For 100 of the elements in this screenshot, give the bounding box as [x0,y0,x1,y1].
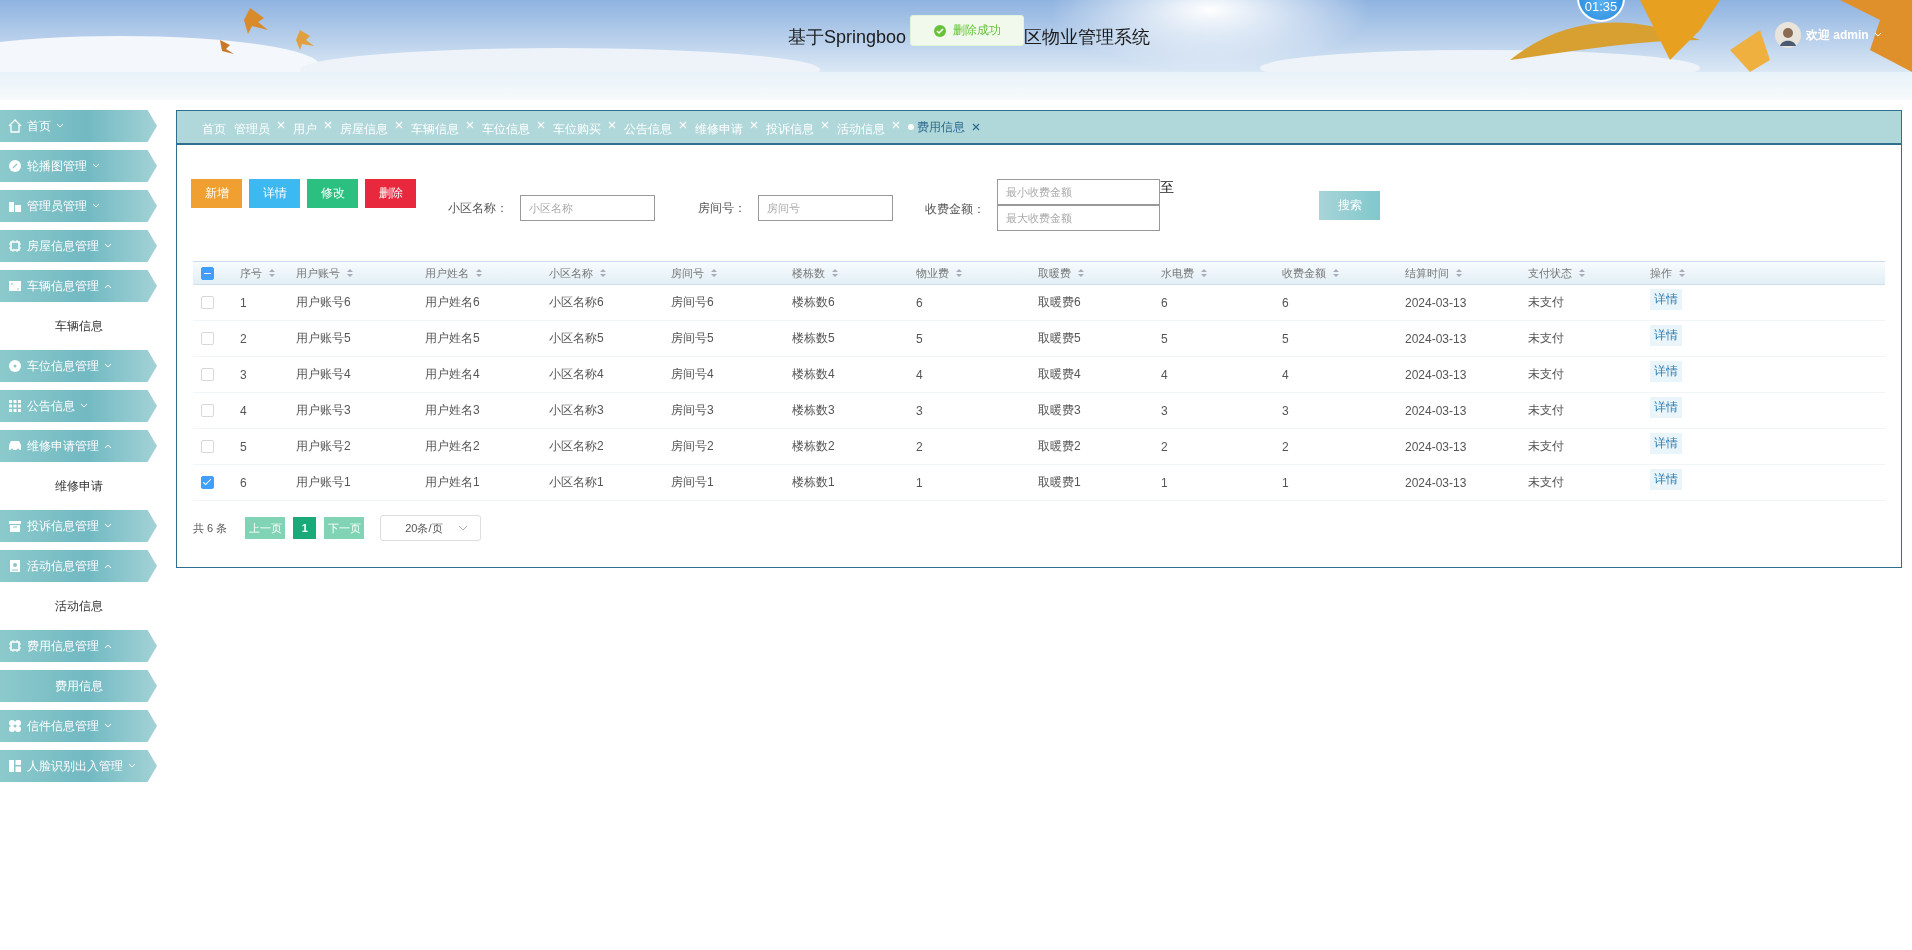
table-cell: 小区名称4 [549,366,604,383]
details-button[interactable]: 详情 [1650,325,1682,346]
tab[interactable]: 费用信息 [908,117,980,137]
column-header[interactable]: 房间号 [671,265,704,281]
tab[interactable]: 公告信息 [624,117,687,137]
sort-icon [475,268,483,278]
tab[interactable]: 管理员 [234,117,285,137]
column-header[interactable]: 取暖费 [1038,265,1071,281]
column-header[interactable]: 用户姓名 [425,265,469,281]
table-cell: 5 [240,439,247,454]
details-button[interactable]: 详情 [1650,397,1682,418]
table-cell: 3 [1282,403,1289,418]
table-cell: 2024-03-13 [1405,367,1467,382]
text-field[interactable]: 小区名称 [520,195,655,221]
column-header[interactable]: 楼栋数 [792,265,825,281]
toolbar-button[interactable]: 新增 [191,179,242,208]
table-cell: 用户姓名2 [425,438,480,455]
grid-icon [8,399,22,413]
prev-page-button[interactable]: 上一页 [245,517,286,539]
tab[interactable]: 首页 [202,117,226,137]
column-header[interactable]: 用户账号 [296,265,340,281]
details-button[interactable]: 详情 [1650,289,1682,310]
close-icon [537,121,545,129]
column-header[interactable]: 序号 [240,265,262,281]
column-header[interactable]: 水电费 [1161,265,1194,281]
column-header[interactable]: 小区名称 [549,265,593,281]
next-page-button[interactable]: 下一页 [324,517,365,539]
close-icon [277,121,285,129]
home-icon [8,119,22,133]
min-amount-field[interactable]: 最小收费金额 [997,179,1160,205]
table-cell: 未支付 [1528,330,1564,347]
welcome-text[interactable]: 欢迎 admin [1806,26,1869,44]
toolbar-button[interactable]: 详情 [249,179,300,208]
text-field[interactable]: 房间号 [758,195,893,221]
select-all-checkbox[interactable] [201,266,214,280]
sidebar-menu-item[interactable]: 管理员管理 [0,190,157,222]
table-cell: 3 [240,367,247,382]
sidebar-menu-item[interactable]: 车辆信息管理 [0,270,157,302]
sort-icon [955,268,963,278]
table-cell: 楼栋数6 [792,294,835,311]
details-button[interactable]: 详情 [1650,361,1682,382]
table-cell: 楼栋数2 [792,438,835,455]
column-header[interactable]: 收费金额 [1282,265,1326,281]
sort-icon [1077,268,1085,278]
max-amount-field[interactable]: 最大收费金额 [997,205,1160,231]
table-cell: 楼栋数5 [792,330,835,347]
dot-icon [908,124,914,130]
column-header[interactable]: 支付状态 [1528,265,1572,281]
search-button[interactable]: 搜索 [1319,191,1380,220]
sidebar-menu-item[interactable]: 房屋信息管理 [0,230,157,262]
table-cell: 用户姓名5 [425,330,480,347]
tab[interactable]: 用户 [293,117,332,137]
page-size-select[interactable]: 20条/页 [380,515,482,541]
sidebar-menu-item[interactable]: 轮播图管理 [0,150,157,182]
table-cell: 6 [240,475,247,490]
column-header[interactable]: 结算时间 [1405,265,1449,281]
table-cell: 1 [916,475,923,490]
tab[interactable]: 房屋信息 [340,117,403,137]
column-header[interactable]: 操作 [1650,265,1672,281]
sidebar-menu-item[interactable]: 信件信息管理 [0,710,157,742]
sidebar-menu-item[interactable]: 活动信息管理 [0,550,157,582]
table-cell: 2 [1161,439,1168,454]
close-icon [750,121,758,129]
table-cell: 2024-03-13 [1405,439,1467,454]
table-cell: 3 [916,403,923,418]
sort-icon [831,268,839,278]
sidebar-subitem[interactable]: 车辆信息 [0,310,157,342]
toolbar-button[interactable]: 删除 [365,179,416,208]
sort-icon [268,268,276,278]
sidebar-menu-item[interactable]: 费用信息管理 [0,630,157,662]
sidebar-menu-item[interactable]: 车位信息管理 [0,350,157,382]
details-button[interactable]: 详情 [1650,469,1682,490]
table-cell: 用户账号4 [296,366,351,383]
toolbar-button[interactable]: 修改 [307,179,358,208]
sidebar-menu-item[interactable]: 公告信息 [0,390,157,422]
sort-icon [1332,268,1340,278]
sidebar-menu-item[interactable]: 人脸识别出入管理 [0,750,157,782]
page-number[interactable]: 1 [293,517,317,539]
tab[interactable]: 维修申请 [695,117,758,137]
box-icon [8,519,22,533]
tab[interactable]: 车辆信息 [411,117,474,137]
tab[interactable]: 活动信息 [837,117,900,137]
close-icon [608,121,616,129]
sidebar-menu-item[interactable]: 首页 [0,110,157,142]
sidebar-subitem[interactable]: 费用信息 [0,670,157,702]
sidebar-subitem[interactable]: 维修申请 [0,470,157,502]
circle-icon [8,359,22,373]
sidebar-subitem[interactable]: 活动信息 [0,590,157,622]
sort-icon [1578,268,1586,278]
details-button[interactable]: 详情 [1650,433,1682,454]
table-cell: 小区名称5 [549,330,604,347]
tab[interactable]: 车位信息 [482,117,545,137]
table-cell: 房间号5 [671,330,714,347]
tab[interactable]: 车位购买 [553,117,616,137]
sidebar-menu-item[interactable]: 投诉信息管理 [0,510,157,542]
sidebar-menu-item[interactable]: 维修申请管理 [0,430,157,462]
tab[interactable]: 投诉信息 [766,117,829,137]
column-header[interactable]: 物业费 [916,265,949,281]
table-cell: 2024-03-13 [1405,403,1467,418]
row-checkbox[interactable] [201,476,214,489]
